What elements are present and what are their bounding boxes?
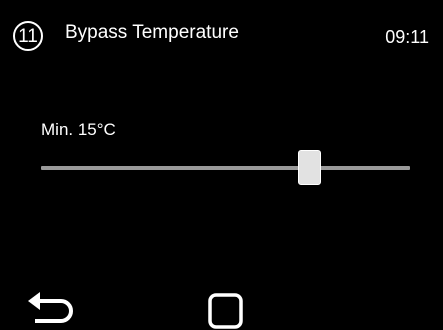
- step-number: 11: [18, 25, 38, 47]
- slider-thumb[interactable]: [298, 150, 322, 185]
- square-home-icon: [208, 293, 243, 329]
- step-number-badge: 11: [13, 21, 43, 51]
- slider-track[interactable]: [41, 166, 410, 170]
- back-button[interactable]: [27, 290, 75, 326]
- home-button[interactable]: [208, 293, 244, 329]
- screen-title: Bypass Temperature: [65, 22, 239, 43]
- clock: 09:11: [385, 27, 429, 47]
- setpoint-label: Min. 15°C: [41, 120, 116, 139]
- temperature-slider[interactable]: [41, 150, 410, 186]
- back-arrow-icon: [28, 292, 73, 323]
